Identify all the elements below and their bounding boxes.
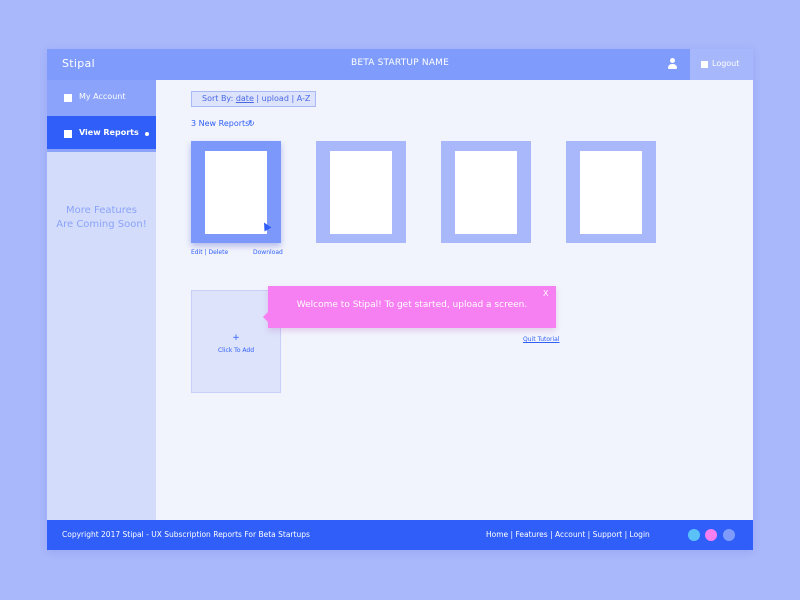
report-thumbnail bbox=[205, 151, 267, 234]
footer-link-separator: | bbox=[547, 530, 555, 539]
report-card-3[interactable] bbox=[441, 141, 531, 243]
footer: Copyright 2017 Stipal - UX Subscription … bbox=[47, 520, 753, 550]
footer-link-features[interactable]: Features bbox=[515, 530, 547, 539]
report-thumbnail bbox=[330, 151, 392, 234]
sort-option-date[interactable]: date bbox=[236, 94, 254, 103]
theme-circle-pink[interactable] bbox=[705, 529, 717, 541]
sidebar-item-view-reports[interactable]: View Reports bbox=[47, 116, 156, 152]
footer-link-account[interactable]: Account bbox=[555, 530, 585, 539]
theme-circle-periwinkle[interactable] bbox=[723, 529, 735, 541]
active-indicator-dot bbox=[145, 132, 149, 136]
logout-button[interactable]: Logout bbox=[690, 49, 753, 80]
tutorial-tooltip: Welcome to Stipal! To get started, uploa… bbox=[263, 286, 556, 328]
report-thumbnail bbox=[580, 151, 642, 234]
checkbox-icon bbox=[64, 130, 72, 138]
footer-link-separator: | bbox=[622, 530, 630, 539]
report-card-1[interactable] bbox=[191, 141, 281, 243]
plus-icon: + bbox=[232, 333, 240, 343]
coming-soon-text: More Features Are Coming Soon! bbox=[47, 204, 156, 232]
footer-link-support[interactable]: Support bbox=[593, 530, 623, 539]
footer-link-home[interactable]: Home bbox=[486, 530, 508, 539]
sort-label: Sort By: bbox=[202, 94, 234, 103]
footer-links: Home | Features | Account | Support | Lo… bbox=[486, 530, 650, 539]
close-icon[interactable]: X bbox=[543, 289, 548, 298]
copyright-text: Copyright 2017 Stipal - UX Subscription … bbox=[62, 530, 310, 539]
user-icon[interactable] bbox=[667, 58, 678, 70]
quit-tutorial-link[interactable]: Quit Tutorial bbox=[523, 336, 560, 343]
theme-circle-blue[interactable] bbox=[688, 529, 700, 541]
download-link[interactable]: Download bbox=[253, 249, 283, 256]
new-reports-count: 3 New Reports! bbox=[191, 119, 253, 128]
app-window: Stipal BETA STARTUP NAME Logout My Accou… bbox=[47, 49, 753, 550]
footer-link-separator: | bbox=[585, 530, 593, 539]
sort-separator: | bbox=[253, 94, 262, 103]
logout-icon bbox=[701, 61, 708, 68]
edit-delete-link[interactable]: Edit | Delete bbox=[191, 249, 228, 256]
top-bar: Stipal BETA STARTUP NAME Logout bbox=[47, 49, 753, 80]
add-report-label: Click To Add bbox=[217, 347, 255, 354]
logout-label: Logout bbox=[712, 59, 740, 68]
checkbox-icon bbox=[64, 94, 72, 102]
tooltip-arrow bbox=[263, 312, 268, 322]
coming-soon-line-2: Are Coming Soon! bbox=[56, 219, 147, 230]
sort-option-az[interactable]: A-Z bbox=[297, 94, 311, 103]
sort-option-upload[interactable]: upload bbox=[262, 94, 289, 103]
report-thumbnail bbox=[455, 151, 517, 234]
tooltip-message: Welcome to Stipal! To get started, uploa… bbox=[296, 300, 528, 310]
report-card-2[interactable] bbox=[316, 141, 406, 243]
sidebar-item-label: My Account bbox=[79, 92, 126, 101]
coming-soon-line-1: More Features bbox=[66, 205, 137, 216]
sidebar-item-label: View Reports bbox=[79, 128, 139, 137]
startup-title: BETA STARTUP NAME bbox=[350, 58, 450, 68]
refresh-icon[interactable]: ↻ bbox=[248, 119, 255, 128]
report-card-4[interactable] bbox=[566, 141, 656, 243]
sidebar-item-my-account[interactable]: My Account bbox=[47, 80, 156, 116]
sidebar: My Account View Reports More Features Ar… bbox=[47, 80, 156, 520]
footer-link-login[interactable]: Login bbox=[630, 530, 650, 539]
sort-bar: Sort By: date | upload | A-Z bbox=[191, 91, 316, 107]
sort-separator: | bbox=[288, 94, 297, 103]
